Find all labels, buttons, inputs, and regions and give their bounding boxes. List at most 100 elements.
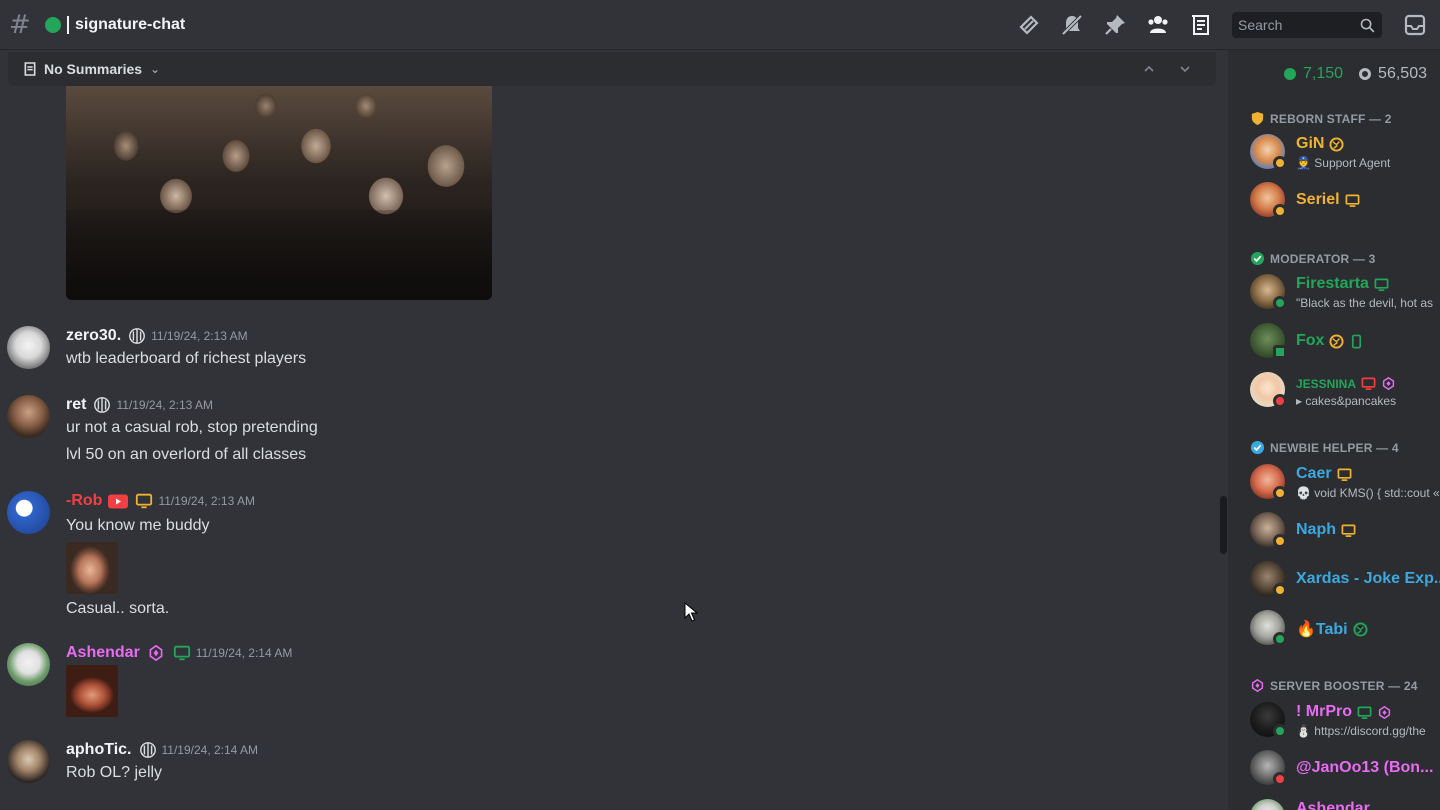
- custom-status: "Black as the devil, hot as: [1296, 296, 1433, 310]
- verified-icon: [1250, 440, 1265, 455]
- idle-status-icon: [1273, 583, 1287, 597]
- username[interactable]: aphoTic.: [66, 741, 132, 759]
- username[interactable]: ret: [66, 396, 86, 414]
- timestamp: 11/19/24, 2:14 AM: [161, 743, 259, 757]
- mouse-cursor-icon: [684, 602, 698, 622]
- member-item[interactable]: JESSNINA ▸ cakes&pancakes: [1248, 368, 1440, 412]
- chevron-up-icon[interactable]: [1138, 58, 1160, 80]
- check-icon: [1250, 251, 1265, 266]
- member-item[interactable]: @JanOo13 (Bon...: [1248, 746, 1440, 790]
- message-text: wtb leaderboard of richest players: [66, 350, 307, 367]
- clan-badge-icon: [92, 395, 112, 415]
- member-name: Naph: [1296, 521, 1356, 539]
- desktop-icon: [1361, 376, 1376, 391]
- members-icon[interactable]: [1144, 11, 1172, 39]
- desktop-icon: [1357, 705, 1372, 720]
- role-header-staff: REBORN STAFF — 2: [1250, 111, 1392, 126]
- idle-status-icon: [1273, 156, 1287, 170]
- member-item[interactable]: GiN 👮 Support Agent: [1248, 130, 1440, 174]
- channel-title: signature-chat: [75, 15, 186, 33]
- member-item[interactable]: 🔥Tabi: [1248, 606, 1440, 650]
- member-name: Xardas - Joke Exp...: [1296, 570, 1440, 587]
- youtube-icon: [108, 491, 129, 511]
- timestamp: 11/19/24, 2:13 AM: [151, 329, 248, 343]
- gif-embed-applause[interactable]: [66, 86, 492, 300]
- member-list: 7,150 56,503 REBORN STAFF — 2 GiN 👮 Supp…: [1228, 50, 1440, 810]
- desktop-icon: [1345, 193, 1360, 208]
- member-item[interactable]: ! MrPro ⛄ https://discord.gg/the: [1248, 698, 1440, 742]
- member-item[interactable]: Ashendar: [1248, 795, 1440, 810]
- chevron-down-icon[interactable]: ⌄: [150, 62, 160, 76]
- avatar[interactable]: [7, 395, 50, 438]
- dnd-status-icon: [1273, 772, 1287, 786]
- boost-icon: [1381, 376, 1396, 391]
- message-text: Rob OL? jelly: [66, 764, 163, 781]
- mute-icon[interactable]: [1058, 11, 1086, 39]
- globe-icon: [1353, 621, 1368, 637]
- boost-icon: [146, 643, 166, 663]
- shield-icon: [1250, 111, 1265, 126]
- boost-icon: [1377, 705, 1392, 720]
- member-item[interactable]: Xardas - Joke Exp...: [1248, 557, 1440, 601]
- desktop-icon: [1337, 467, 1352, 482]
- threads-icon[interactable]: [1015, 11, 1043, 39]
- member-name: ! MrPro: [1296, 703, 1392, 721]
- idle-status-icon: [1273, 204, 1287, 218]
- scrollbar-thumb[interactable]: [1220, 496, 1227, 554]
- summary-nav: [1138, 52, 1196, 86]
- search-icon: [1360, 18, 1375, 32]
- desktop-icon: [1374, 277, 1389, 292]
- member-name: Seriel: [1296, 191, 1360, 209]
- status-dot-icon: [45, 16, 61, 33]
- avatar[interactable]: [7, 643, 50, 686]
- online-count: 7,150: [1284, 65, 1343, 83]
- role-header-helper: NEWBIE HELPER — 4: [1250, 440, 1399, 455]
- message-text: lvl 50 on an overlord of all classes: [66, 446, 307, 463]
- inbox-icon[interactable]: [1402, 12, 1428, 38]
- mobile-status-icon: [1273, 345, 1287, 359]
- member-name: Firestarta: [1296, 275, 1389, 293]
- globe-icon: [1329, 333, 1344, 349]
- desktop-icon: [134, 491, 154, 511]
- title-divider: [67, 15, 69, 34]
- member-item[interactable]: Firestarta "Black as the devil, hot as: [1248, 270, 1440, 314]
- clan-badge-icon: [138, 740, 158, 760]
- custom-status: 👮 Support Agent: [1296, 156, 1391, 170]
- member-name: Ashendar: [1296, 800, 1370, 810]
- emote-image[interactable]: [66, 665, 118, 717]
- timestamp: 11/19/24, 2:14 AM: [195, 646, 293, 660]
- globe-icon: [1329, 136, 1344, 152]
- clan-badge-icon: [127, 326, 147, 346]
- username[interactable]: -Rob: [66, 492, 102, 510]
- timestamp: 11/19/24, 2:13 AM: [116, 398, 213, 412]
- online-status-icon: [1273, 724, 1287, 738]
- username[interactable]: Ashendar: [66, 644, 140, 662]
- summaries-bar[interactable]: No Summaries ⌄: [8, 52, 1216, 86]
- offline-ring-icon: [1359, 68, 1372, 80]
- chat-scrollbar[interactable]: [1218, 86, 1228, 810]
- member-item[interactable]: Seriel: [1248, 178, 1440, 222]
- member-name: @JanOo13 (Bon...: [1296, 759, 1434, 776]
- username[interactable]: zero30.: [66, 327, 121, 345]
- pin-icon[interactable]: [1101, 11, 1129, 39]
- member-item[interactable]: Caer 💀 void KMS() { std::cout «: [1248, 460, 1440, 504]
- member-item[interactable]: Fox: [1248, 319, 1440, 363]
- avatar[interactable]: [7, 491, 50, 534]
- avatar: [1250, 799, 1285, 810]
- emote-image[interactable]: [66, 542, 118, 594]
- chevron-down-nav-icon[interactable]: [1174, 58, 1196, 80]
- online-status-icon: [1273, 296, 1287, 310]
- search-placeholder: Search: [1238, 17, 1283, 33]
- summaries-icon[interactable]: [1187, 11, 1215, 39]
- search-input[interactable]: Search: [1232, 12, 1382, 38]
- avatar[interactable]: [7, 326, 50, 369]
- member-counts: 7,150 56,503: [1284, 65, 1427, 83]
- member-name: Caer: [1296, 465, 1352, 483]
- summaries-small-icon: [24, 62, 36, 76]
- avatar[interactable]: [7, 740, 50, 783]
- member-item[interactable]: Naph: [1248, 508, 1440, 552]
- member-name: Fox: [1296, 332, 1364, 350]
- role-header-moderator: MODERATOR — 3: [1250, 251, 1376, 266]
- custom-status: ▸ cakes&pancakes: [1296, 394, 1397, 408]
- message-list: zero30. 11/19/24, 2:13 AM wtb leaderboar…: [0, 86, 1228, 810]
